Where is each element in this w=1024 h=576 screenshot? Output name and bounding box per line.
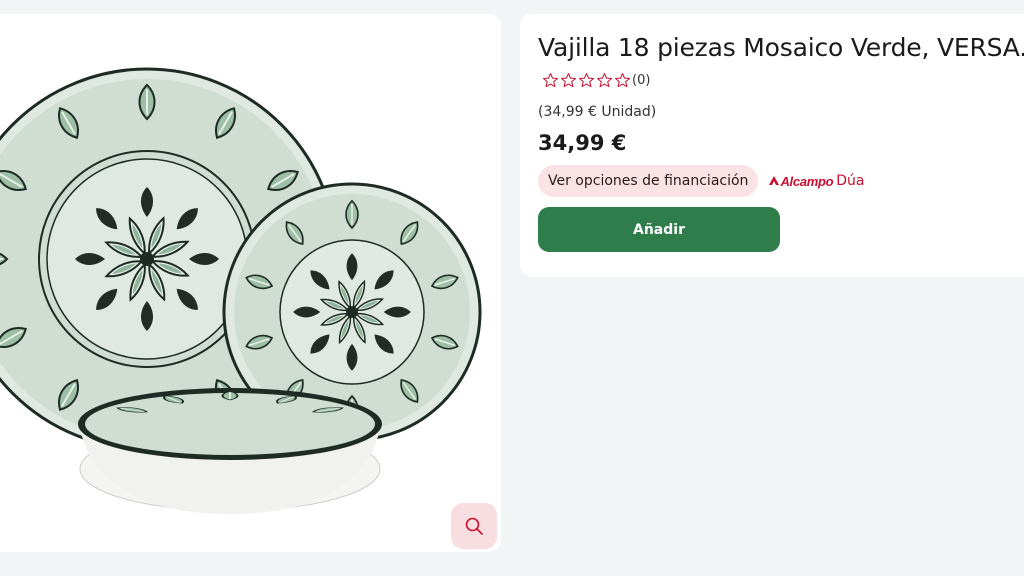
rating-count: (0) [632,72,651,88]
alcampo-dua-logo: Alcampo Dúa [768,173,864,189]
rating-row[interactable]: (0) [538,71,1022,89]
alcampo-bird-icon [769,176,780,185]
brand-logo-text: Alcampo [780,173,834,189]
star-outline-icon [615,72,630,87]
add-to-cart-button[interactable]: Añadir [538,207,780,252]
unit-price: (34,99 € Unidad) [538,104,657,120]
brand-suffix: Dúa [836,173,865,189]
product-info-card: Vajilla 18 piezas Mosaico Verde, VERSA. … [520,14,1024,277]
star-rating [542,72,631,89]
product-image [0,67,482,514]
star-outline-icon [597,72,612,87]
star-outline-icon [579,72,594,87]
product-image-card [0,14,501,552]
financing-options-button[interactable]: Ver opciones de financiación [538,165,759,197]
search-icon [465,517,483,535]
zoom-button[interactable] [451,503,497,549]
price: 34,99 € [538,131,627,155]
financing-row: Ver opciones de financiación Alcampo Dúa [538,165,1022,197]
star-outline-icon [561,72,576,87]
product-title: Vajilla 18 piezas Mosaico Verde, VERSA. [538,33,1024,62]
star-outline-icon [543,72,558,87]
